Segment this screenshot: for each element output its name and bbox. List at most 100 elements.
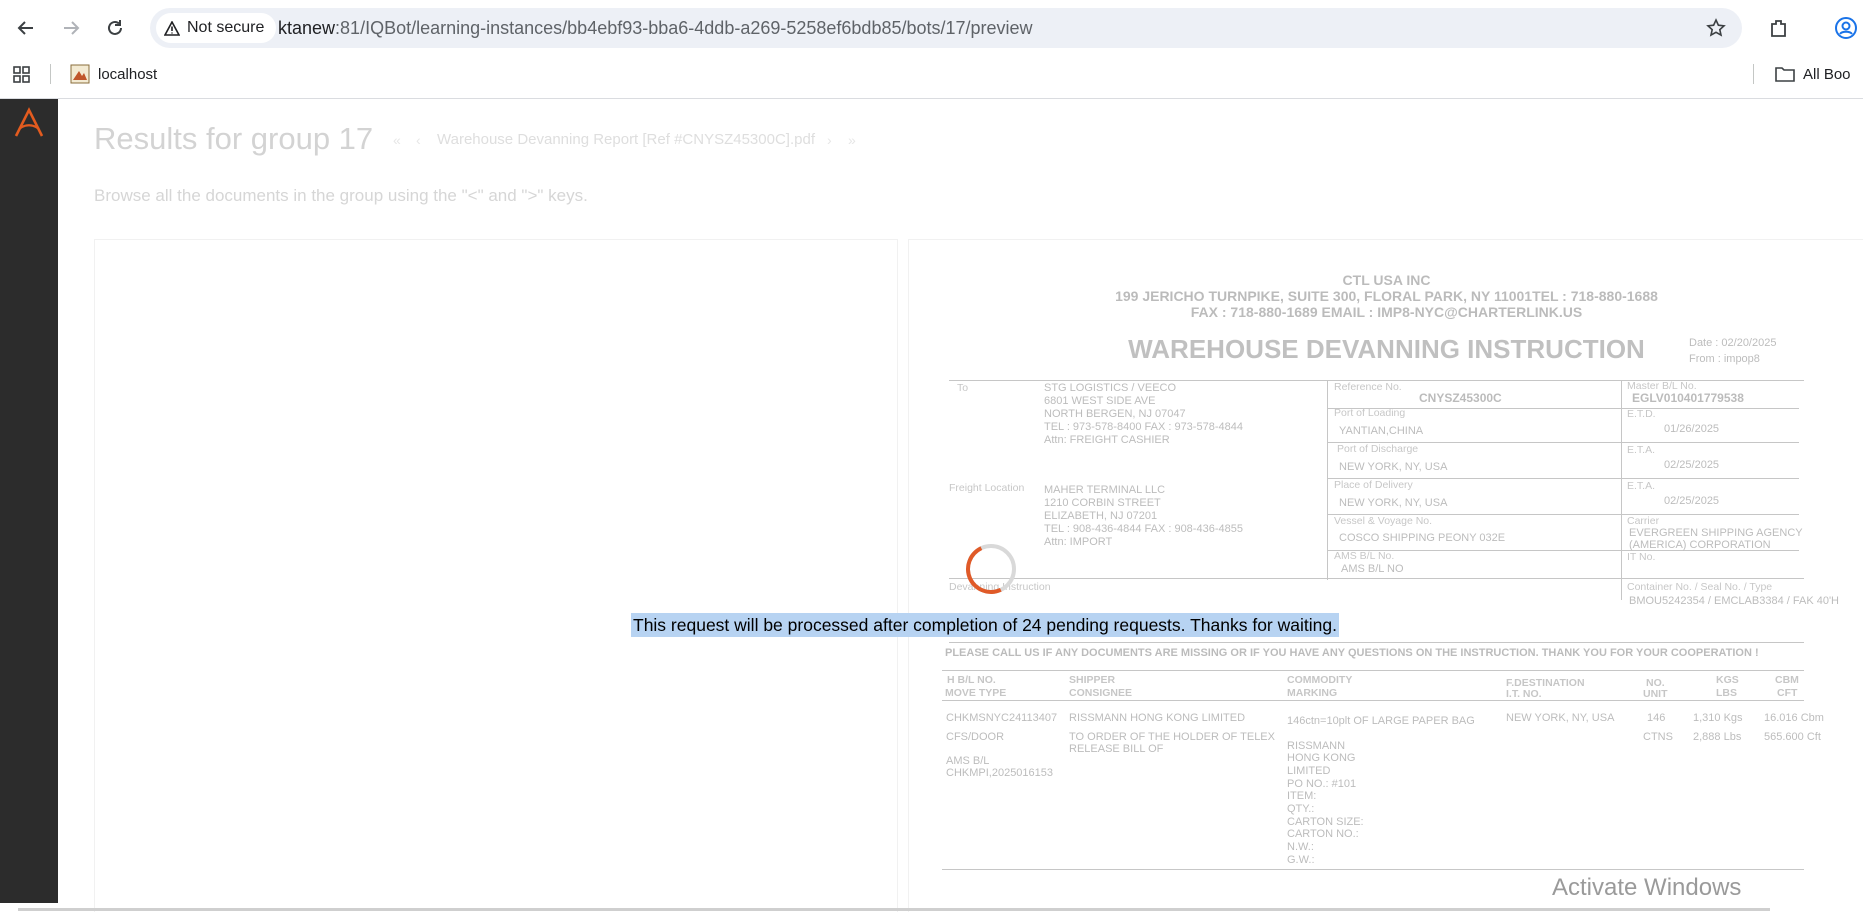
- doc-col-consignee: CONSIGNEE: [1069, 687, 1133, 699]
- doc-master-value: EGLV010401779538: [1632, 391, 1744, 405]
- doc-row-lbs: 2,888 Lbs: [1693, 731, 1742, 743]
- doc-col-cbm: CBM: [1775, 674, 1799, 686]
- reload-icon: [108, 20, 122, 35]
- doc-container-value: BMOU5242354 / EMCLAB3384 / FAK 40'H: [1629, 595, 1839, 607]
- doc-etd-value: 01/26/2025: [1664, 423, 1720, 435]
- last-document-button[interactable]: »: [848, 132, 856, 148]
- extracted-fields-panel: [94, 239, 898, 912]
- doc-row-marking: N.W.:: [1287, 841, 1314, 853]
- doc-col-cft: CFT: [1777, 687, 1798, 699]
- doc-col-shipper: SHIPPER: [1069, 674, 1116, 686]
- bookmark-divider-right: [1753, 64, 1754, 84]
- doc-to-line: TEL : 973-578-8400 FAX : 973-578-4844: [1044, 421, 1243, 433]
- pending-requests-message: This request will be processed after com…: [631, 613, 1339, 637]
- doc-to-line: NORTH BERGEN, NJ 07047: [1044, 408, 1186, 420]
- browser-toolbar: Not secure ktanew:81/IQBot/learning-inst…: [0, 0, 1863, 99]
- doc-company: CTL USA INC: [1342, 272, 1431, 288]
- doc-line: [942, 700, 1804, 701]
- doc-pol-label: Port of Loading: [1334, 407, 1406, 419]
- doc-it-label: IT No.: [1627, 551, 1656, 563]
- address-bar[interactable]: Not secure ktanew:81/IQBot/learning-inst…: [150, 8, 1742, 48]
- doc-carrier-label: Carrier: [1627, 515, 1660, 527]
- doc-col-commodity: COMMODITY: [1287, 674, 1353, 686]
- doc-to-line: STG LOGISTICS / VEECO: [1044, 382, 1177, 394]
- doc-freight-line: TEL : 908-436-4844 FAX : 908-436-4855: [1044, 523, 1243, 535]
- apps-grid-icon[interactable]: [12, 65, 32, 85]
- doc-line: [942, 670, 1804, 671]
- doc-row-ams: AMS B/L: [946, 755, 990, 767]
- doc-carrier-value: EVERGREEN SHIPPING AGENCY: [1629, 527, 1803, 539]
- profile-icon[interactable]: [1834, 16, 1858, 40]
- forward-button[interactable]: [55, 12, 87, 44]
- next-document-button[interactable]: ›: [827, 132, 832, 148]
- activate-windows-watermark: Activate Windows: [1552, 874, 1742, 901]
- doc-line: [949, 578, 1804, 579]
- doc-row-ams: CHKMPI,2025016153: [946, 767, 1054, 779]
- url-text[interactable]: ktanew:81/IQBot/learning-instances/bb4eb…: [278, 18, 1033, 39]
- doc-ref-label: Reference No.: [1334, 381, 1402, 393]
- doc-row-marking: RISSMANN: [1287, 740, 1346, 752]
- document-preview: CTL USA INC 199 JERICHO TURNPIKE, SUITE …: [909, 240, 1863, 912]
- localhost-favicon-icon: [70, 64, 90, 84]
- all-bookmarks-label: All Boo: [1803, 65, 1851, 83]
- doc-vessel-value: COSCO SHIPPING PEONY 032E: [1339, 532, 1506, 544]
- reload-button[interactable]: [99, 12, 131, 44]
- doc-freight-line: Attn: IMPORT: [1044, 536, 1113, 548]
- all-bookmarks-button[interactable]: All Boo: [1775, 62, 1851, 86]
- site-security-chip[interactable]: Not secure: [156, 13, 277, 43]
- bookmark-divider: [50, 64, 51, 84]
- doc-col-kgs: KGS: [1716, 674, 1739, 686]
- doc-col-itno: I.T. NO.: [1506, 688, 1542, 700]
- security-label: Not secure: [187, 19, 265, 36]
- doc-from: From : impop8: [1689, 353, 1760, 365]
- bookmark-star-icon[interactable]: [1706, 18, 1726, 38]
- browse-instruction: Browse all the documents in the group us…: [94, 186, 588, 205]
- doc-row-move: CFS/DOOR: [946, 731, 1005, 743]
- doc-pod-value: NEW YORK, NY, USA: [1339, 461, 1448, 473]
- doc-row-dest: NEW YORK, NY, USA: [1506, 712, 1615, 724]
- back-arrow-icon: [17, 21, 33, 35]
- doc-address: 199 JERICHO TURNPIKE, SUITE 300, FLORAL …: [1115, 288, 1658, 304]
- doc-freight-line: MAHER TERMINAL LLC: [1044, 484, 1166, 496]
- doc-container-label: Container No. / Seal No. / Type: [1627, 581, 1773, 593]
- doc-row-marking: HONG KONG: [1287, 752, 1356, 764]
- automation-anywhere-logo-icon[interactable]: [13, 107, 45, 139]
- doc-row-cbm: 16.016 Cbm: [1764, 712, 1824, 724]
- document-file-name: Warehouse Devanning Report [Ref #CNYSZ45…: [437, 131, 815, 148]
- doc-ams-value: AMS B/L NO: [1341, 563, 1404, 575]
- doc-to-line: 6801 WEST SIDE AVE: [1044, 395, 1156, 407]
- doc-pod-label: Port of Discharge: [1337, 443, 1419, 455]
- first-document-button[interactable]: «: [393, 132, 401, 148]
- doc-etd-label: E.T.D.: [1627, 408, 1656, 420]
- doc-row-kgs: 1,310 Kgs: [1693, 712, 1743, 724]
- doc-col-move: MOVE TYPE: [945, 687, 1007, 699]
- doc-freight-line: 1210 CORBIN STREET: [1044, 497, 1161, 509]
- doc-podel-value: NEW YORK, NY, USA: [1339, 497, 1448, 509]
- doc-col-hbl: H B/L NO.: [947, 674, 996, 686]
- doc-notice: PLEASE CALL US IF ANY DOCUMENTS ARE MISS…: [945, 647, 1759, 659]
- app-sidebar: [0, 99, 58, 903]
- doc-line: [1621, 380, 1622, 600]
- doc-vessel-label: Vessel & Voyage No.: [1334, 515, 1433, 527]
- doc-ref-value: CNYSZ45300C: [1419, 391, 1502, 405]
- previous-document-button[interactable]: ‹: [416, 132, 421, 148]
- doc-date: Date : 02/20/2025: [1689, 337, 1777, 349]
- doc-col-marking: MARKING: [1287, 687, 1338, 699]
- doc-row-marking: CARTON SIZE:: [1287, 816, 1364, 828]
- bookmark-localhost[interactable]: localhost: [70, 62, 157, 86]
- doc-freight-label: Freight Location: [949, 482, 1025, 494]
- back-button[interactable]: [10, 12, 42, 44]
- url-host: ktanew: [278, 18, 336, 38]
- doc-pol-value: YANTIAN,CHINA: [1339, 425, 1424, 437]
- doc-to-label: To: [957, 382, 969, 394]
- doc-col-unit: UNIT: [1643, 688, 1668, 700]
- doc-row-hbl: CHKMSNYC24113407: [946, 712, 1058, 724]
- bookmark-label: localhost: [98, 65, 158, 83]
- doc-line: [942, 869, 1804, 870]
- doc-row-consignee: RELEASE BILL OF: [1069, 743, 1164, 755]
- doc-freight-line: ELIZABETH, NJ 07201: [1044, 510, 1158, 522]
- doc-row-marking: G.W.:: [1287, 854, 1315, 866]
- page-title: Results for group 17: [94, 121, 374, 156]
- bookmarks-bar: localhost All Boo: [0, 56, 1863, 92]
- extensions-icon[interactable]: [1768, 17, 1790, 39]
